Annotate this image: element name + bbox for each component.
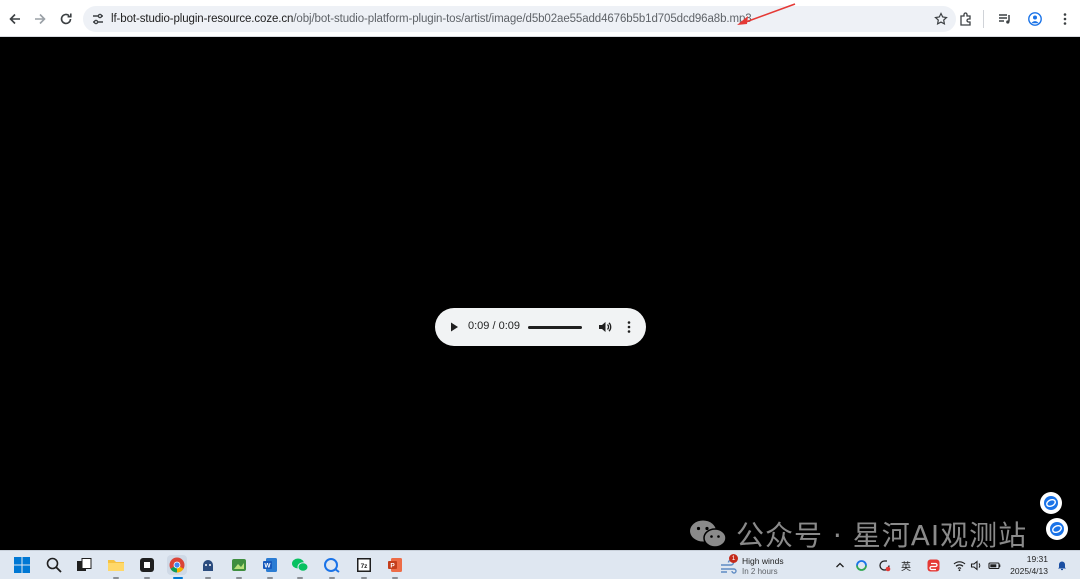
folder-icon xyxy=(108,560,124,571)
back-button[interactable] xyxy=(2,6,28,32)
extensions-button[interactable] xyxy=(953,6,979,32)
search-button[interactable] xyxy=(44,555,64,575)
reload-icon xyxy=(60,13,72,25)
more-icon[interactable] xyxy=(621,319,637,335)
tray-battery[interactable] xyxy=(987,558,1001,572)
image-edit-icon xyxy=(232,559,246,571)
word-icon: W xyxy=(263,558,277,572)
menu-icon xyxy=(1063,13,1067,25)
ime-label: 英 xyxy=(901,561,911,573)
watermark: 公众号 · 星河AI观测站 xyxy=(688,514,1027,554)
weather-title: High winds xyxy=(742,556,784,566)
taskbar-powerpoint[interactable]: P xyxy=(385,555,405,575)
audio-progress-bar[interactable] xyxy=(528,326,582,329)
clock-time: 19:31 xyxy=(1026,554,1048,564)
profile-icon xyxy=(1028,12,1042,26)
profile-button[interactable] xyxy=(1022,6,1048,32)
forward-button[interactable] xyxy=(27,6,53,32)
url-path: /obj/bot-studio-platform-plugin-tos/arti… xyxy=(293,13,752,25)
assistant-icon xyxy=(1044,496,1058,510)
taskbar-wechat[interactable] xyxy=(290,555,310,575)
archive-icon: 7z xyxy=(357,558,371,572)
windows-icon xyxy=(14,557,30,573)
powerpoint-icon: P xyxy=(388,558,402,572)
browser-toolbar: lf-bot-studio-plugin-resource.coze.cn/ob… xyxy=(0,0,1080,37)
tune-icon xyxy=(93,13,103,25)
taskbar: W 7z P 1 High winds In 2 hours 英 19:31 2… xyxy=(0,550,1080,579)
browser-menu-button[interactable] xyxy=(1052,6,1078,32)
taskbar-app-bot[interactable] xyxy=(198,555,218,575)
site-info-button[interactable] xyxy=(85,6,111,32)
tray-sync[interactable] xyxy=(877,558,891,572)
bookmark-button[interactable] xyxy=(932,10,950,28)
tray-volume[interactable] xyxy=(969,558,983,572)
audio-player[interactable]: 0:09 / 0:09 xyxy=(435,308,646,346)
system-clock[interactable]: 19:31 2025/4/13 xyxy=(1006,554,1048,576)
media-control-icon xyxy=(999,14,1010,24)
task-view-button[interactable] xyxy=(74,555,94,575)
wechat-icon xyxy=(690,520,727,548)
watermark-text: 公众号 · 星河AI观测站 xyxy=(736,519,1028,552)
extensions-icon xyxy=(960,12,971,26)
copilot-icon xyxy=(855,559,867,571)
notification-button[interactable] xyxy=(1055,558,1069,572)
floating-assistant-button[interactable] xyxy=(1040,492,1062,514)
tray-wifi[interactable] xyxy=(952,558,966,572)
chevron-up-icon xyxy=(836,562,844,568)
media-control-button[interactable] xyxy=(992,6,1018,32)
tray-ime[interactable]: 英 xyxy=(899,558,913,573)
weather-subtitle: In 2 hours xyxy=(742,567,778,576)
volume-icon[interactable] xyxy=(597,319,613,335)
task-view-icon xyxy=(77,558,92,571)
assistant-icon xyxy=(1050,522,1064,536)
bot-icon xyxy=(203,560,213,571)
audio-time: 0:09 / 0:09 xyxy=(468,320,520,332)
sync-icon xyxy=(878,559,890,571)
taskbar-7zip[interactable]: 7z xyxy=(354,555,374,575)
taskbar-chrome[interactable] xyxy=(167,555,187,575)
chrome-icon xyxy=(169,557,185,573)
bell-icon xyxy=(1058,561,1066,571)
taskbar-app-edit[interactable] xyxy=(229,555,249,575)
clock-date: 2025/4/13 xyxy=(1010,566,1048,576)
taskbar-word[interactable]: W xyxy=(260,555,280,575)
tray-sogou[interactable] xyxy=(926,558,940,572)
battery-icon xyxy=(987,561,1000,569)
search-icon xyxy=(46,557,62,573)
wifi-icon xyxy=(953,560,965,571)
toolbar-separator xyxy=(983,10,984,28)
taskbar-app-chat[interactable] xyxy=(322,555,342,575)
tray-overflow-button[interactable] xyxy=(833,558,847,572)
wechat-app-icon xyxy=(292,558,309,572)
back-icon xyxy=(9,13,20,25)
sogou-icon xyxy=(927,559,939,571)
forward-icon xyxy=(35,13,46,25)
speaker-icon xyxy=(970,559,980,571)
weather-badge: 1 xyxy=(729,554,738,563)
chat-bubble-icon xyxy=(324,558,340,573)
play-icon[interactable] xyxy=(446,319,462,335)
svg-text:7z: 7z xyxy=(361,563,369,570)
url-text: lf-bot-studio-plugin-resource.coze.cn/ob… xyxy=(111,13,752,25)
annotation-arrow-icon xyxy=(737,3,796,25)
address-bar[interactable]: lf-bot-studio-plugin-resource.coze.cn/ob… xyxy=(83,6,956,32)
taskbar-app-notes[interactable] xyxy=(137,555,157,575)
reload-button[interactable] xyxy=(53,6,79,32)
start-button[interactable] xyxy=(12,555,32,575)
toolbar-actions xyxy=(949,5,1080,33)
bookmark-star-icon xyxy=(934,12,948,26)
taskbar-file-explorer[interactable] xyxy=(106,555,126,575)
floating-assistant-button-2[interactable] xyxy=(1046,518,1068,540)
tray-copilot[interactable] xyxy=(854,558,868,572)
url-host: lf-bot-studio-plugin-resource.coze.cn xyxy=(111,13,294,25)
svg-text:W: W xyxy=(264,563,271,570)
svg-text:P: P xyxy=(390,563,395,570)
app-icon xyxy=(140,558,154,572)
